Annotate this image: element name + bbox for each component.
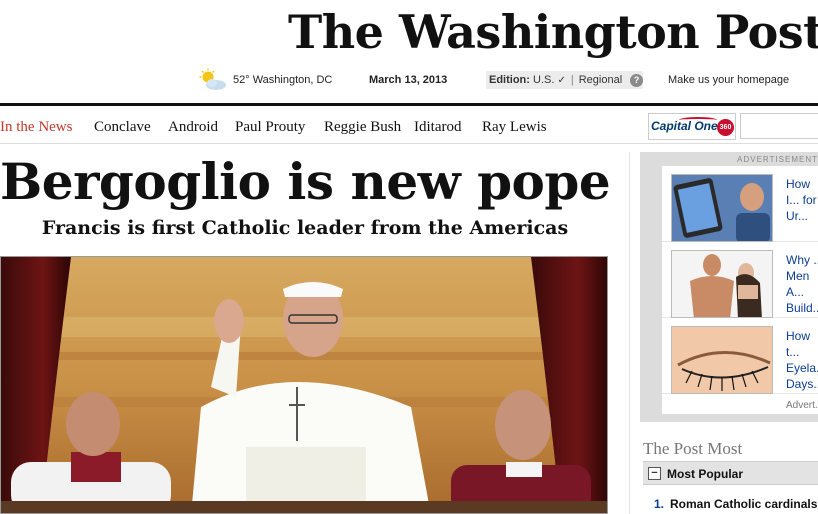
nav-item-paul-prouty[interactable]: Paul Prouty [235,119,305,136]
most-popular-tab[interactable]: − Most Popular [643,461,818,485]
collapse-minus-icon[interactable]: − [648,467,661,480]
ad-text[interactable]: Why ... Men A... Build... [786,252,818,316]
sun-cloud-icon [199,68,226,90]
ad-item[interactable]: How I... for Ur... [662,166,818,242]
ad-item[interactable]: How t... Eyela... Days... [662,318,818,394]
ad-item[interactable]: Why ... Men A... Build... [662,242,818,318]
capital-one-badge-icon: 360 [717,119,734,136]
edition-label: Edition: [489,74,530,86]
most-popular-label: Most Popular [667,467,744,481]
search-input[interactable] [740,113,818,139]
lead-headline[interactable]: Bergoglio is new pope [0,152,611,211]
ad-label: ADVERTISEMENT [737,155,818,164]
nav-item-ray-lewis[interactable]: Ray Lewis [482,119,547,136]
ad-text[interactable]: How t... Eyela... Days... [786,328,818,392]
weather-readout[interactable]: 52° Washington, DC [233,74,332,86]
ad-thumbnail-eyelash[interactable] [671,326,773,394]
current-date: March 13, 2013 [369,74,448,86]
ad-text[interactable]: How I... for Ur... [786,176,818,224]
post-most-heading: The Post Most [643,439,743,458]
help-icon[interactable]: ? [630,73,643,87]
masthead: The Washington Post 52° Washington, DC M… [0,0,818,104]
story-rank: 1. [654,497,665,511]
lead-photo[interactable] [0,256,608,514]
pope-balcony-photo [1,257,607,513]
ad-thumbnail-tablet[interactable] [671,174,773,242]
edition-us-option[interactable]: U.S. [533,74,554,86]
nav-item-android[interactable]: Android [168,119,218,136]
ad-panel: ADVERTISEMENT How I... for Ur... Why . M… [640,152,818,422]
sponsor-name: Capital One [651,119,718,133]
column-divider [629,152,630,514]
most-popular-story-link[interactable]: Roman Catholic cardinals [670,497,817,511]
ad-thumbnail-fitness[interactable] [671,250,773,318]
nav-item-iditarod[interactable]: Iditarod [414,119,461,136]
ad-footer[interactable]: Advert... [786,400,818,411]
topic-nav-bar: In the News Conclave Android Paul Prouty… [0,103,818,144]
edition-regional-option[interactable]: Regional [579,74,622,86]
check-icon: ✓ [557,74,566,86]
edition-selector[interactable]: Edition: U.S. ✓ | Regional ? [486,71,643,89]
ad-list: How I... for Ur... Why ... Men A... Buil… [662,166,818,414]
lead-subhead[interactable]: Francis is first Catholic leader from th… [0,217,610,239]
nav-in-the-news-label: In the News [0,119,73,135]
edition-separator: | [570,74,574,86]
site-logo[interactable]: The Washington Post [288,2,818,62]
nav-item-conclave[interactable]: Conclave [94,119,151,136]
capital-one-sponsor-logo[interactable]: Capital One 360 [648,113,736,140]
nav-item-reggie-bush[interactable]: Reggie Bush [324,119,401,136]
make-homepage-link[interactable]: Make us your homepage [668,74,789,86]
